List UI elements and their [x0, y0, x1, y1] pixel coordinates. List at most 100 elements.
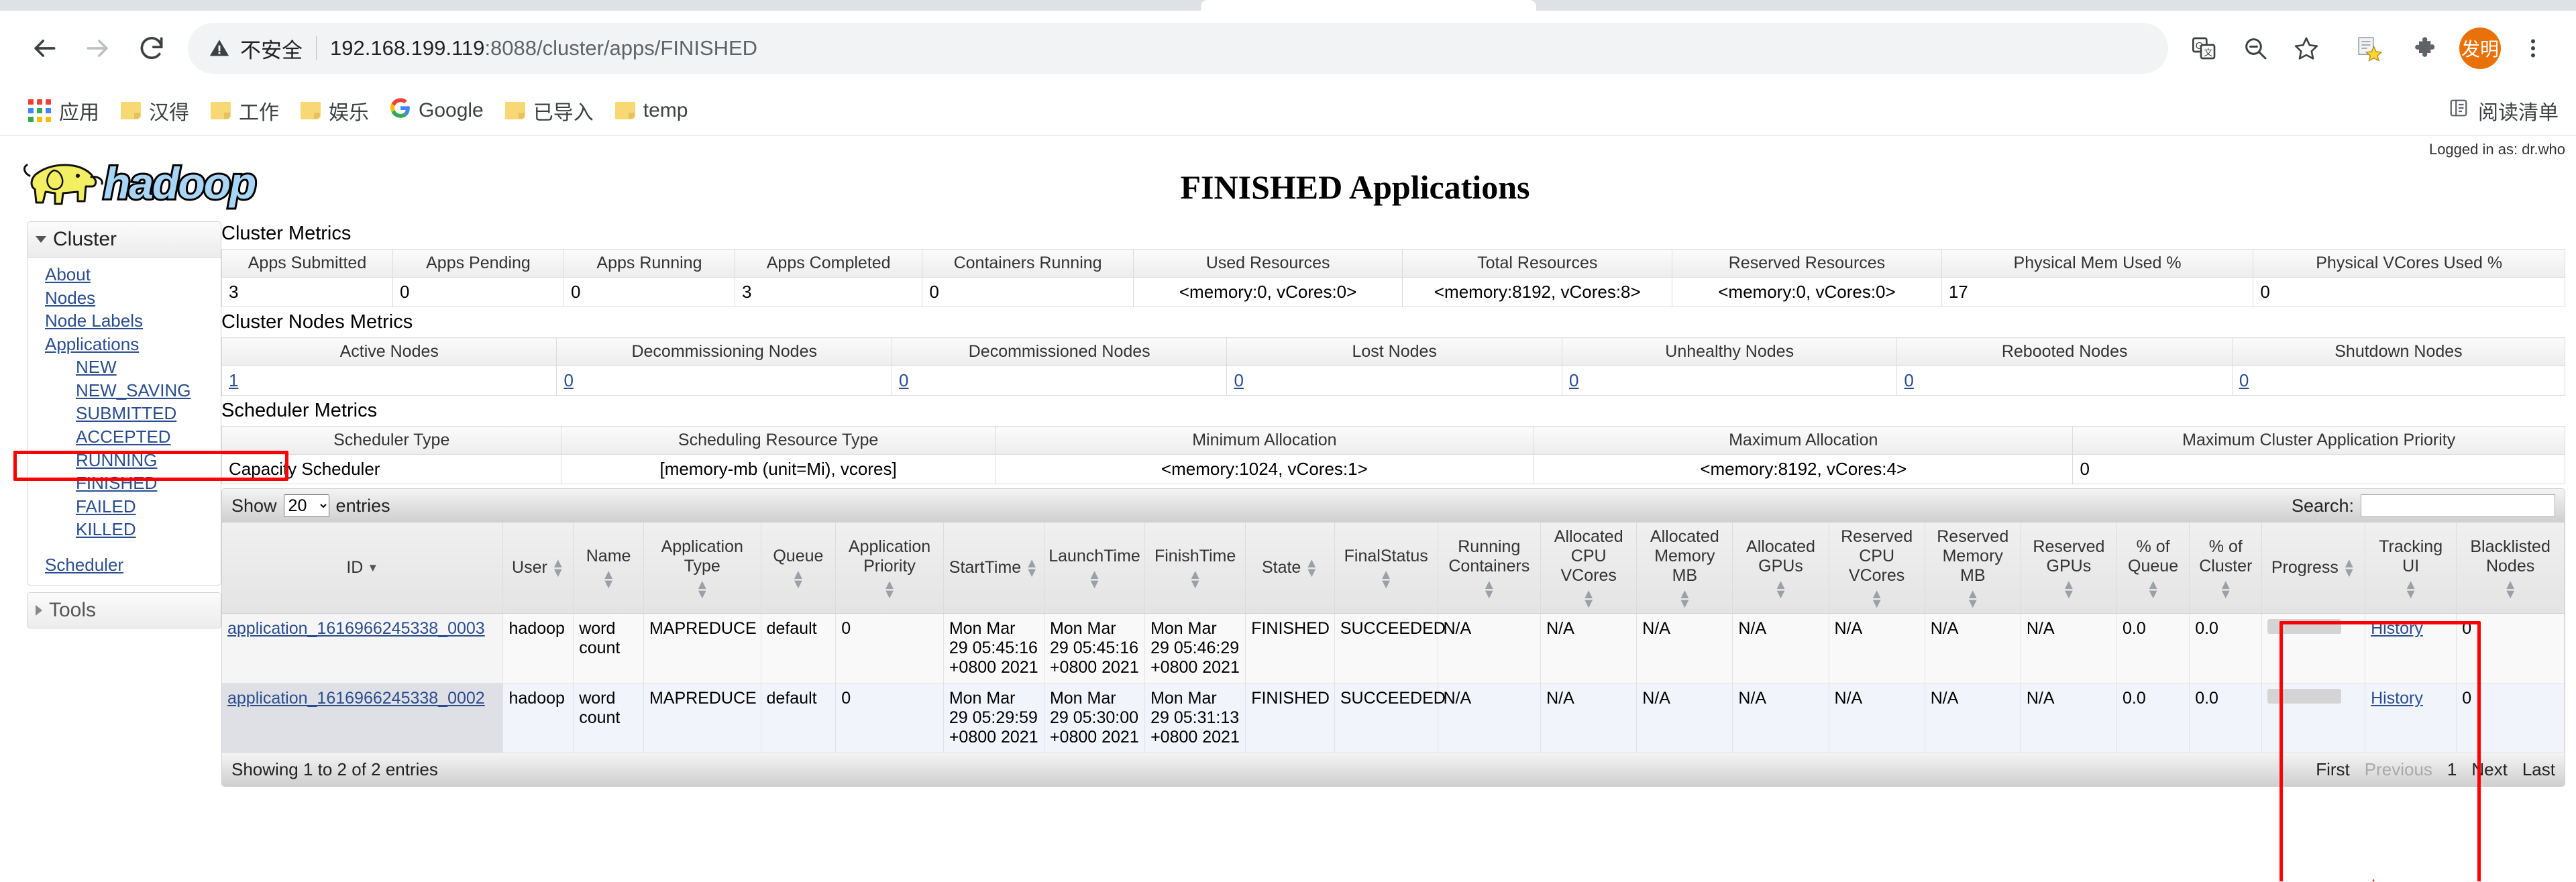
sidebar-item-new[interactable]: NEW — [28, 355, 221, 379]
cell-progress — [2261, 683, 2366, 753]
avatar[interactable]: 发明 — [2459, 27, 2501, 69]
sidebar-item-about[interactable]: About — [28, 263, 221, 286]
sidebar-item-scheduler[interactable]: Scheduler — [28, 553, 221, 577]
col-allocated-cpu-vcores[interactable]: Allocated CPU VCores ▲ ▼ — [1540, 522, 1638, 614]
col-user[interactable]: User ▲ ▼ — [502, 522, 574, 614]
val-lost-nodes: 0 — [1226, 366, 1562, 396]
application-id-link[interactable]: application_1616966245338_0002 — [227, 689, 485, 708]
col-application-type[interactable]: Application Type ▲ ▼ — [643, 522, 761, 614]
cluster-nodes-metrics-title: Cluster Nodes Metrics — [221, 311, 413, 333]
col-id[interactable]: ID ▼ — [222, 522, 504, 614]
sidebar-item-nodes[interactable]: Nodes — [28, 286, 221, 310]
cell-running-containers: N/A — [1438, 683, 1542, 753]
sidebar-section-cluster[interactable]: Cluster — [28, 222, 221, 258]
col-reserved-memory-mb[interactable]: Reserved Memory MB ▲ ▼ — [1925, 522, 2021, 614]
cell-launchtime: Mon Mar 29 05:30:00 +0800 2021 — [1044, 683, 1146, 753]
col-tracking-ui[interactable]: Tracking UI ▲ ▼ — [2365, 522, 2457, 614]
decommissioning-nodes-link[interactable]: 0 — [564, 370, 573, 390]
sort-both-icon: ▲ ▼ — [551, 555, 565, 580]
table-row[interactable]: application_1616966245338_0003 hadoop wo… — [222, 613, 2565, 683]
hadoop-logo[interactable]: hadoop — [0, 135, 362, 220]
sidebar-item-applications[interactable]: Applications — [28, 333, 221, 356]
bookmark-google[interactable]: Google — [380, 93, 494, 129]
sidebar-item-finished[interactable]: FINISHED — [28, 472, 221, 495]
address-bar[interactable]: 不安全 192.168.199.119:8088/cluster/apps/FI… — [188, 23, 2168, 74]
back-arrow-icon[interactable] — [17, 21, 71, 75]
application-id-link[interactable]: application_1616966245338_0003 — [227, 619, 485, 638]
col-allocated-gpus[interactable]: Allocated GPUs ▲ ▼ — [1732, 522, 1829, 614]
puzzle-piece-icon[interactable] — [2402, 23, 2453, 74]
col-blacklisted-nodes[interactable]: Blacklisted Nodes ▲ ▼ — [2456, 522, 2565, 614]
cell-tracking-ui: History — [2365, 683, 2457, 753]
cell-pct-of-queue: 0.0 — [2116, 683, 2190, 753]
bookmark-folder-2[interactable]: 工作 — [200, 91, 290, 131]
page-size-select[interactable]: 20 40 60 100 — [283, 494, 329, 517]
col-pct-of-cluster[interactable]: % of Cluster ▲ ▼ — [2189, 522, 2263, 614]
table-row[interactable]: application_1616966245338_0002 hadoop wo… — [222, 683, 2565, 753]
lost-nodes-link[interactable]: 0 — [1234, 370, 1243, 390]
cell-state: FINISHED — [1245, 613, 1335, 683]
val-unhealthy-nodes: 0 — [1561, 366, 1898, 396]
col-finishtime[interactable]: FinishTime ▲ ▼ — [1144, 522, 1246, 614]
sidebar-item-accepted[interactable]: ACCEPTED — [28, 425, 221, 449]
sidebar-item-killed[interactable]: KILLED — [28, 518, 221, 541]
col-launchtime[interactable]: LaunchTime ▲ ▼ — [1044, 522, 1146, 614]
col-queue[interactable]: Queue ▲ ▼ — [761, 522, 837, 614]
cell-launchtime: Mon Mar 29 05:45:16 +0800 2021 — [1044, 613, 1146, 683]
col-physical-vcores-used: Physical VCores Used % — [2253, 249, 2565, 278]
sidebar-item-node-labels[interactable]: Node Labels — [28, 309, 221, 333]
bookmark-folder-1[interactable]: 汉得 — [110, 91, 200, 131]
page-next-button[interactable]: Next — [2471, 759, 2507, 780]
three-dot-menu-icon[interactable] — [2508, 23, 2559, 74]
col-starttime[interactable]: StartTime ▲ ▼ — [943, 522, 1044, 614]
translate-icon[interactable]: G 文 — [2179, 23, 2230, 74]
search-input[interactable] — [2361, 494, 2555, 517]
page-number-1[interactable]: 1 — [2447, 759, 2457, 780]
col-reserved-gpus[interactable]: Reserved GPUs ▲ ▼ — [2021, 522, 2117, 614]
sidebar-section-tools[interactable]: Tools — [28, 592, 221, 628]
col-application-priority[interactable]: Application Priority ▲ ▼ — [835, 522, 944, 614]
col-finalstatus[interactable]: FinalStatus ▲ ▼ — [1334, 522, 1438, 614]
col-allocated-memory-mb[interactable]: Allocated Memory MB ▲ ▼ — [1636, 522, 1733, 614]
sidebar-item-new-saving[interactable]: NEW_SAVING — [28, 379, 221, 402]
sidebar-item-submitted[interactable]: SUBMITTED — [28, 402, 221, 425]
cell-application-priority: 0 — [835, 613, 944, 683]
bookmark-apps[interactable]: 应用 — [17, 91, 110, 131]
sidebar-panel-tools: Tools — [27, 592, 221, 628]
page-last-button[interactable]: Last — [2522, 759, 2555, 780]
tracking-ui-link[interactable]: History — [2371, 619, 2423, 638]
tab-strip[interactable] — [0, 0, 2576, 11]
cell-application-type: MAPREDUCE — [643, 613, 761, 683]
page-previous-button[interactable]: Previous — [2365, 759, 2432, 780]
sidebar-item-failed[interactable]: FAILED — [28, 495, 221, 518]
sort-both-icon: ▲ ▼ — [2504, 577, 2517, 602]
col-apps-pending: Apps Pending — [392, 249, 564, 278]
col-decommissioned-nodes: Decommissioned Nodes — [891, 337, 1228, 366]
bookmark-folder-5[interactable]: 已导入 — [494, 91, 604, 131]
zoom-out-icon[interactable] — [2230, 23, 2281, 74]
unhealthy-nodes-link[interactable]: 0 — [1569, 370, 1578, 390]
active-nodes-link[interactable]: 1 — [229, 370, 238, 390]
table-header-row: ID ▼ User ▲ ▼ Name ▲ ▼ Application Type ▲ ▼ Que… — [222, 522, 2565, 614]
col-name[interactable]: Name ▲ ▼ — [573, 522, 644, 614]
forward-arrow-icon[interactable] — [71, 21, 125, 75]
reload-icon[interactable] — [125, 21, 178, 75]
col-state[interactable]: State ▲ ▼ — [1245, 522, 1335, 614]
cell-name: word count — [573, 683, 644, 753]
tracking-ui-link[interactable]: History — [2371, 689, 2423, 708]
col-running-containers[interactable]: Running Containers ▲ ▼ — [1438, 522, 1542, 614]
active-tab[interactable] — [1201, 0, 1536, 11]
col-pct-of-queue[interactable]: % of Queue ▲ ▼ — [2116, 522, 2190, 614]
rebooted-nodes-link[interactable]: 0 — [1904, 370, 1913, 390]
bookmark-folder-6[interactable]: temp — [604, 94, 699, 127]
add-to-reading-list-icon[interactable] — [2344, 23, 2395, 74]
sidebar-item-running[interactable]: RUNNING — [28, 449, 221, 472]
decommissioned-nodes-link[interactable]: 0 — [899, 370, 908, 390]
col-reserved-cpu-vcores[interactable]: Reserved CPU VCores ▲ ▼ — [1829, 522, 1925, 614]
col-progress[interactable]: Progress ▲ ▼ — [2261, 522, 2366, 614]
star-icon[interactable] — [2281, 23, 2332, 74]
page-first-button[interactable]: First — [2316, 759, 2350, 780]
reading-list-button[interactable]: 阅读清单 — [2449, 96, 2559, 125]
bookmark-folder-3[interactable]: 娱乐 — [290, 91, 380, 131]
shutdown-nodes-link[interactable]: 0 — [2239, 370, 2249, 390]
